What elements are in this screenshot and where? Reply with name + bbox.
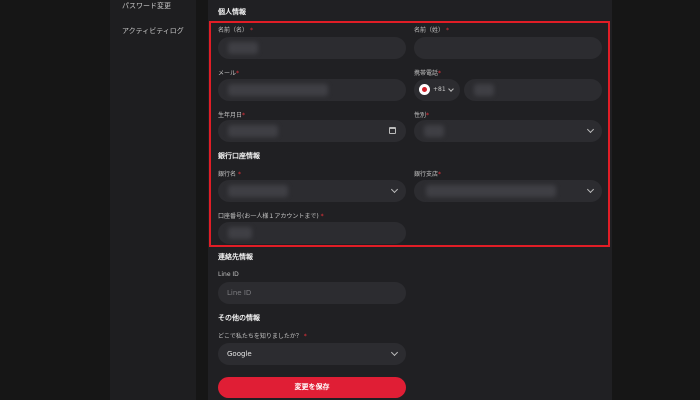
- bank-name-select[interactable]: [218, 180, 406, 202]
- calendar-icon[interactable]: [389, 127, 396, 134]
- gender-label: 性別*: [414, 112, 430, 119]
- last-name-field[interactable]: [414, 37, 602, 59]
- chevron-down-icon: [586, 125, 595, 134]
- bank-info-title: 銀行口座情報: [218, 152, 260, 160]
- email-field[interactable]: [218, 79, 406, 101]
- line-id-placeholder: Line ID: [227, 289, 252, 297]
- sidebar-item-password-change[interactable]: パスワード変更: [122, 1, 171, 11]
- bank-branch-select[interactable]: [414, 180, 602, 202]
- other-info-title: その他の情報: [218, 314, 260, 322]
- chevron-down-icon: [586, 185, 595, 194]
- gender-select[interactable]: [414, 120, 602, 142]
- first-name-label: 名前（名） *: [218, 27, 253, 34]
- birthdate-label: 生年月日*: [218, 112, 246, 119]
- source-value: Google: [227, 350, 252, 358]
- chevron-down-icon: [448, 86, 454, 92]
- personal-info-title: 個人情報: [218, 8, 246, 16]
- account-number-label: 口座番号(お一人様１アカウントまで) *: [218, 213, 324, 220]
- bank-name-label: 銀行名 *: [218, 171, 241, 178]
- bank-branch-label: 銀行支店*: [414, 171, 442, 178]
- country-code-select[interactable]: +81: [414, 79, 460, 101]
- sidebar-item-activity-log[interactable]: アクティビティログ: [122, 26, 184, 36]
- birthdate-field[interactable]: [218, 120, 406, 142]
- chevron-down-icon: [390, 348, 399, 357]
- contact-info-title: 連絡先情報: [218, 253, 253, 261]
- source-select[interactable]: Google: [218, 343, 406, 365]
- account-number-field[interactable]: [218, 222, 406, 244]
- first-name-field[interactable]: [218, 37, 406, 59]
- line-id-label: Line ID: [218, 271, 239, 278]
- phone-field[interactable]: [464, 79, 602, 101]
- phone-label: 携帯電話*: [414, 70, 442, 77]
- line-id-field[interactable]: Line ID: [218, 282, 406, 304]
- email-label: メール*: [218, 70, 240, 77]
- save-changes-button[interactable]: 変更を保存: [218, 377, 406, 398]
- country-code: +81: [433, 86, 446, 93]
- last-name-label: 名前（姓） *: [414, 27, 449, 34]
- japan-flag-icon: [419, 84, 430, 95]
- sidebar: パスワード変更 アクティビティログ: [110, 0, 196, 400]
- profile-form: 個人情報 名前（名） * 名前（姓） * メール* 携帯電話* +81 生年月日…: [208, 0, 612, 400]
- source-label: どこで私たちを知りましたか？ *: [218, 333, 307, 340]
- chevron-down-icon: [390, 185, 399, 194]
